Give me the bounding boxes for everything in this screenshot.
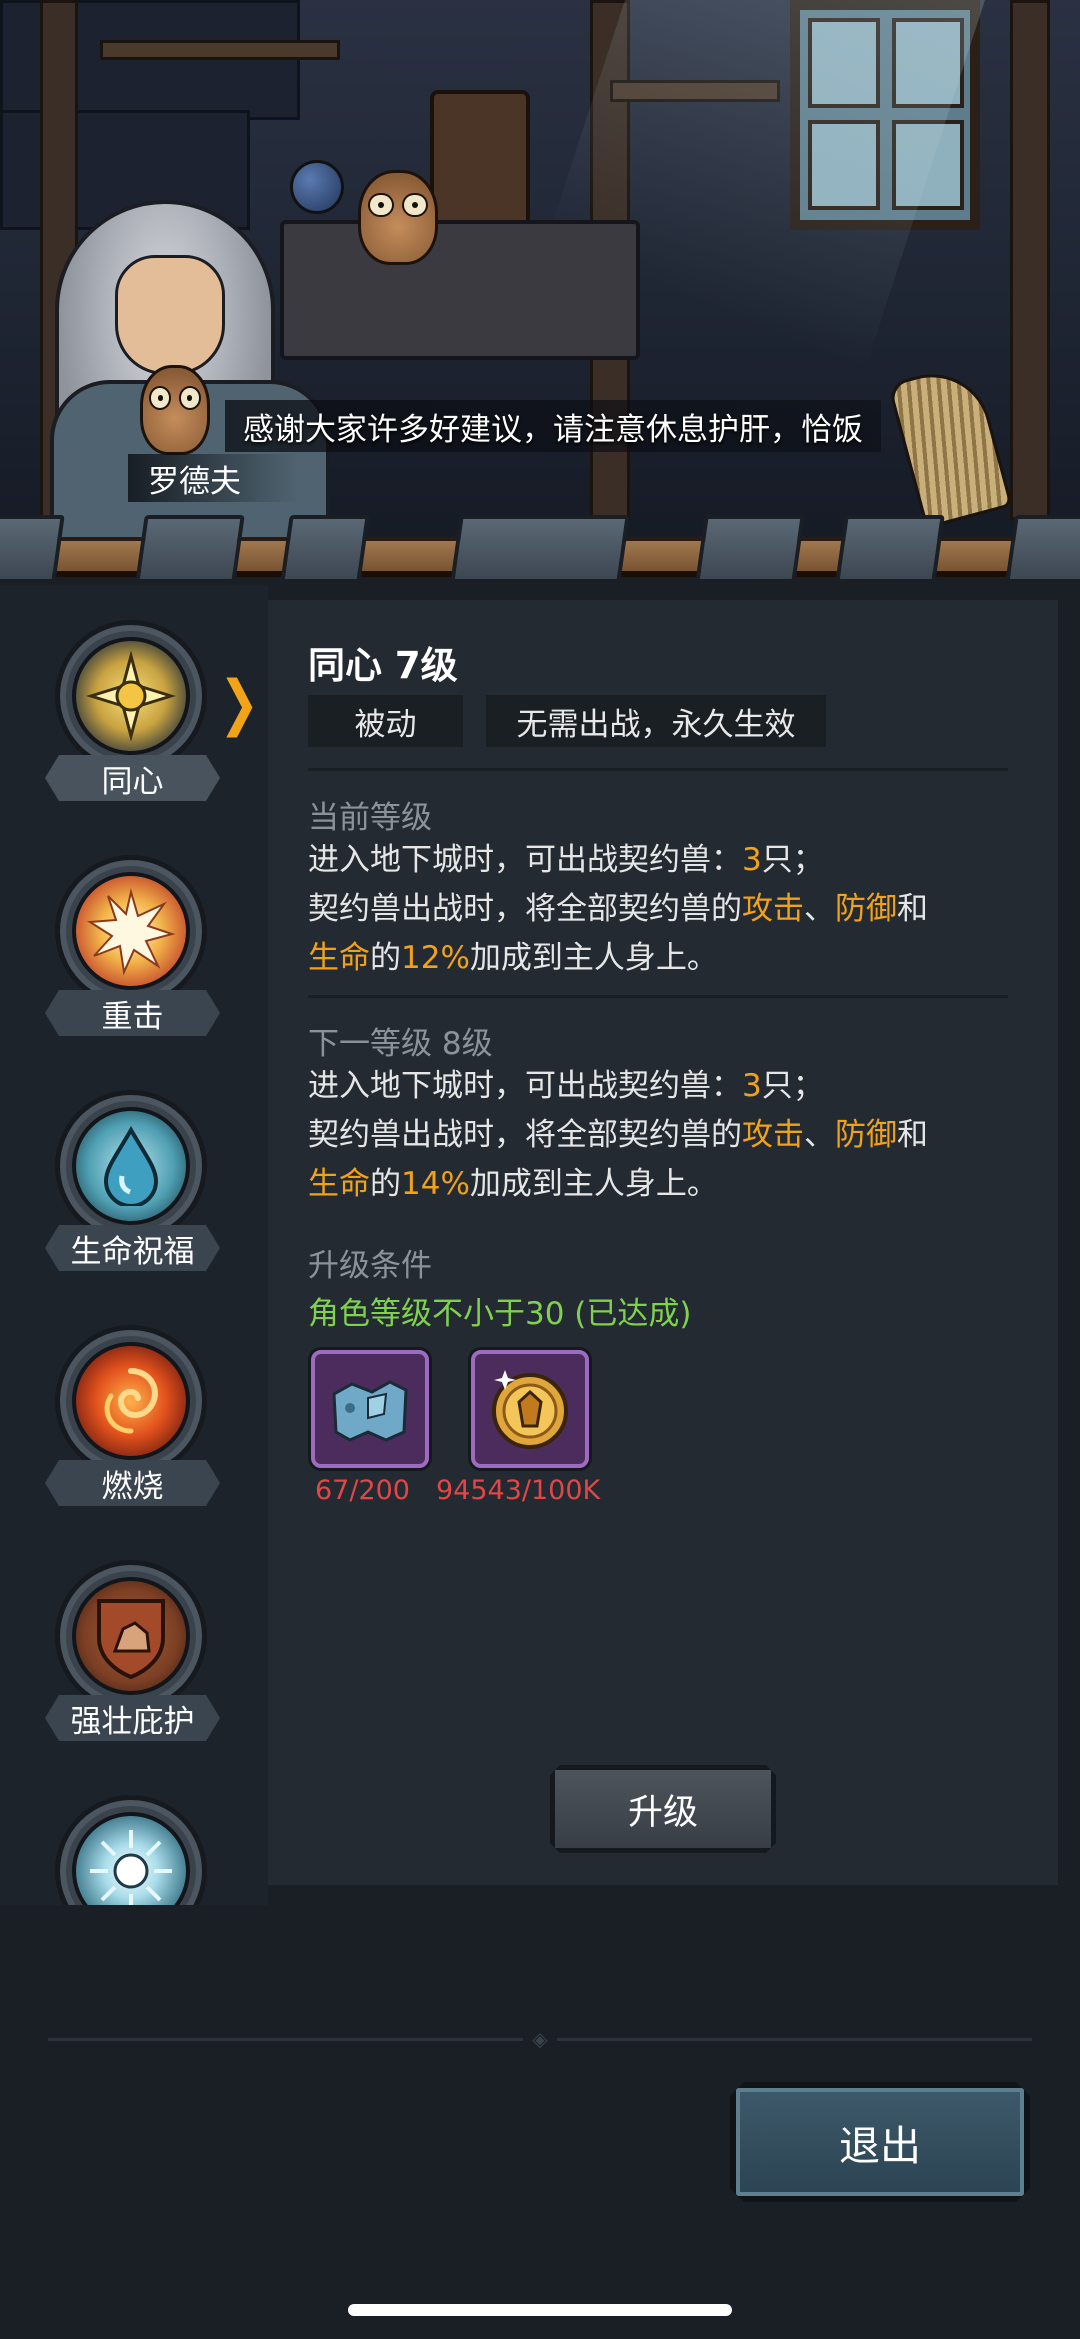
skill-label: 重击 bbox=[45, 990, 220, 1036]
current-level-header: 当前等级 bbox=[308, 800, 432, 836]
current-level-description: 进入地下城时，可出战契约兽：3只； 契约兽出战时，将全部契约兽的攻击、防御和 生… bbox=[308, 842, 928, 976]
gold-coin-icon bbox=[492, 1370, 568, 1449]
globe-icon bbox=[290, 160, 344, 214]
skill-label: 同心 bbox=[45, 755, 220, 801]
divider bbox=[308, 768, 1008, 771]
selected-arrow-icon: ❯ bbox=[219, 668, 260, 738]
speaker-name: 罗德夫 bbox=[128, 454, 298, 502]
burst-icon bbox=[72, 872, 190, 990]
skill-sidebar: 同心 重击 生命祝福 燃烧 强壮庇护 ❯ bbox=[0, 585, 268, 1905]
exit-button[interactable]: 退出 bbox=[730, 2082, 1030, 2202]
skill-type-tag: 被动 bbox=[308, 695, 463, 747]
material-scroll[interactable] bbox=[311, 1350, 429, 1468]
shield-rock-icon bbox=[72, 1577, 190, 1695]
story-scene: 感谢大家许多好建议，请注意休息护肝，恰饭 罗德夫 bbox=[0, 0, 1080, 560]
sun-star-icon bbox=[72, 637, 190, 755]
home-indicator[interactable] bbox=[348, 2304, 732, 2316]
material-count: 94543/100K bbox=[436, 1475, 601, 1506]
skill-label: 生命祝福 bbox=[45, 1225, 220, 1271]
requirements-header: 升级条件 bbox=[308, 1248, 432, 1284]
next-level-header: 下一等级 8级 bbox=[308, 1026, 493, 1062]
battlement-divider bbox=[0, 505, 1080, 585]
bookshelf bbox=[100, 40, 340, 60]
skill-item-qiangzhuangbihu[interactable]: 强壮庇护 bbox=[0, 1545, 268, 1745]
next-level-description: 进入地下城时，可出战契约兽：3只； 契约兽出战时，将全部契约兽的攻击、防御和 生… bbox=[308, 1068, 928, 1202]
skill-item-ranshao[interactable]: 燃烧 bbox=[0, 1310, 268, 1510]
skill-item-zhongji[interactable]: 重击 bbox=[0, 840, 268, 1040]
material-gold-coin[interactable] bbox=[471, 1350, 589, 1468]
speaker-owl-icon bbox=[140, 365, 210, 455]
broom bbox=[887, 360, 1013, 530]
skill-item-shengmingzhufu[interactable]: 生命祝福 bbox=[0, 1075, 268, 1275]
water-drop-icon bbox=[72, 1107, 190, 1225]
skill-title: 同心 7级 bbox=[308, 644, 458, 687]
upgrade-button[interactable]: 升级 bbox=[550, 1765, 776, 1853]
flame-swirl-icon bbox=[72, 1342, 190, 1460]
radiant-burst-icon bbox=[72, 1812, 190, 1905]
skill-detail-panel: 同心 7级 被动 无需出战，永久生效 当前等级 进入地下城时，可出战契约兽：3只… bbox=[268, 600, 1058, 1885]
divider-ornament-icon: ◈ bbox=[523, 2027, 557, 2051]
requirement-condition: 角色等级不小于30 (已达成) bbox=[308, 1296, 692, 1332]
owl-icon bbox=[358, 170, 438, 265]
skill-effect-tag: 无需出战，永久生效 bbox=[486, 695, 826, 747]
wooden-beam bbox=[1010, 0, 1050, 520]
skill-label: 强壮庇护 bbox=[45, 1695, 220, 1741]
material-count: 67/200 bbox=[315, 1475, 410, 1506]
divider bbox=[308, 995, 1008, 998]
desk bbox=[280, 220, 640, 360]
skill-item-radiant[interactable] bbox=[0, 1780, 268, 1905]
wizard-face bbox=[115, 255, 225, 375]
skill-label: 燃烧 bbox=[45, 1460, 220, 1506]
dialog-text[interactable]: 感谢大家许多好建议，请注意休息护肝，恰饭 bbox=[225, 400, 881, 452]
scroll-map-icon bbox=[332, 1380, 408, 1442]
